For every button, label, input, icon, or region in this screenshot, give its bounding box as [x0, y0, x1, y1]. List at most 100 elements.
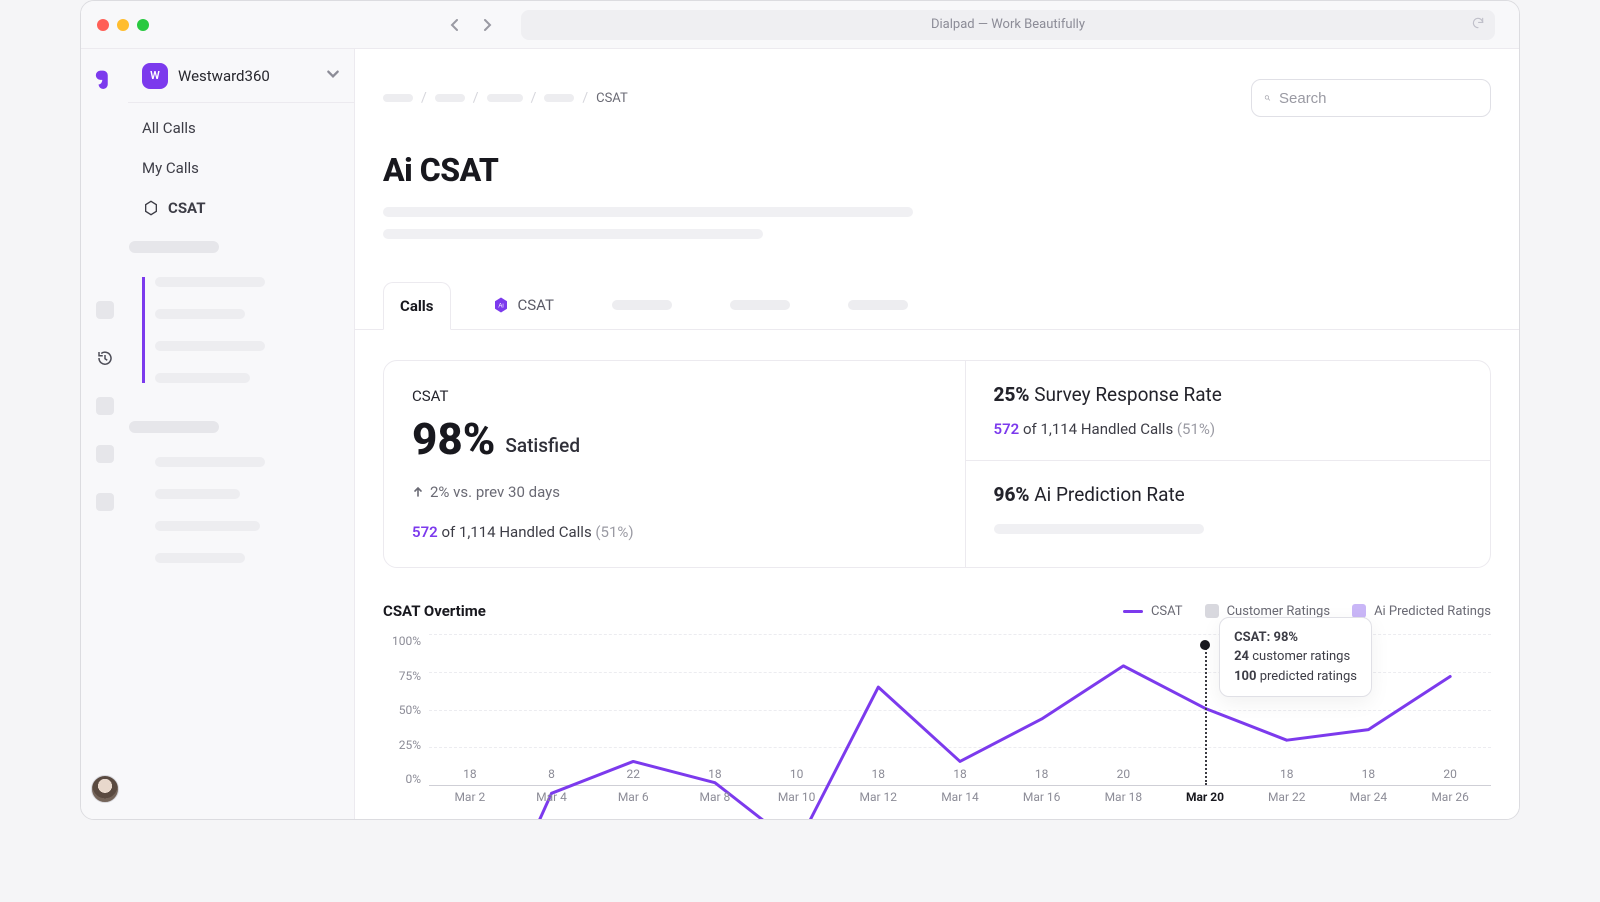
skeleton [129, 241, 219, 253]
metric-csat-value: 98% Satisfied [412, 413, 937, 465]
sidebar-skeleton-subgroup [142, 277, 340, 383]
app-window: Dialpad — Work Beautifully [80, 0, 1520, 820]
handled-count: 572 [994, 420, 1020, 438]
nav-rail [81, 49, 128, 819]
arrow-up-icon [412, 486, 424, 498]
skeleton [994, 524, 1204, 534]
tab-placeholder[interactable] [713, 285, 807, 325]
x-tick-label: Mar 2 [429, 790, 511, 814]
nav-forward-button[interactable] [473, 11, 501, 39]
metric-csat: CSAT 98% Satisfied 2% vs. prev 30 days 5… [384, 361, 965, 567]
chart-marker-line [1205, 645, 1207, 785]
x-tick-label: Mar 16 [1001, 790, 1083, 814]
maximize-window-button[interactable] [137, 19, 149, 31]
metric-prediction-rate: 96% Ai Prediction Rate [966, 460, 1491, 556]
skeleton [155, 489, 240, 499]
chevron-down-icon [326, 67, 340, 85]
sidebar-item-csat-label: CSAT [168, 199, 206, 217]
handled-pct: (51%) [1177, 420, 1215, 438]
tooltip-csat-label: CSAT: [1234, 630, 1270, 645]
rail-item-placeholder[interactable] [96, 397, 114, 415]
metric-right-column: 25% Survey Response Rate 572 of 1,114 Ha… [965, 361, 1491, 567]
app-logo[interactable] [94, 67, 116, 89]
sidebar-nav: All Calls My Calls CSAT [128, 103, 354, 233]
chevron-left-icon [449, 19, 461, 31]
metric-csat-delta: 2% vs. prev 30 days [412, 483, 937, 501]
nav-back-button[interactable] [441, 11, 469, 39]
nav-history-controls [441, 11, 501, 39]
skeleton [848, 300, 908, 310]
rail-item-history[interactable] [96, 349, 114, 367]
tab-csat[interactable]: Ai CSAT [475, 281, 571, 329]
legend-label: CSAT [1151, 604, 1183, 619]
svg-text:Ai: Ai [498, 303, 503, 309]
handled-pct: (51%) [595, 523, 633, 541]
metric-csat-suffix: Satisfied [505, 434, 580, 457]
y-tick-label: 25% [383, 738, 421, 752]
x-tick-label: Mar 14 [919, 790, 1001, 814]
reload-icon [1471, 16, 1485, 30]
app-body: W Westward360 All Calls My Calls CSAT [81, 49, 1519, 819]
x-tick-label: Mar 10 [756, 790, 838, 814]
titlebar: Dialpad — Work Beautifully [81, 1, 1519, 49]
minimize-window-button[interactable] [117, 19, 129, 31]
handled-count: 572 [412, 523, 438, 541]
skeleton [155, 521, 260, 531]
avatar[interactable] [91, 775, 119, 803]
legend-label: Ai Predicted Ratings [1374, 604, 1491, 619]
tab-placeholder[interactable] [831, 285, 925, 325]
close-window-button[interactable] [97, 19, 109, 31]
skeleton [155, 373, 250, 383]
x-tick-label: Mar 18 [1083, 790, 1165, 814]
survey-label: Survey Response Rate [1034, 383, 1222, 406]
sidebar-skeleton-subgroup [142, 457, 340, 563]
org-switcher[interactable]: W Westward360 [128, 49, 354, 103]
rail-item-placeholder[interactable] [96, 301, 114, 319]
tooltip-pred-label: predicted ratings [1260, 669, 1357, 684]
legend-item-predicted: Ai Predicted Ratings [1352, 604, 1491, 619]
tooltip-pred-count: 100 [1234, 669, 1256, 684]
metrics-panel: CSAT 98% Satisfied 2% vs. prev 30 days 5… [383, 360, 1491, 568]
sidebar-item-my-calls[interactable]: My Calls [142, 159, 340, 177]
x-tick-label: Mar 26 [1409, 790, 1491, 814]
sidebar-item-all-calls[interactable]: All Calls [142, 119, 340, 137]
metric-handled-calls: 572 of 1,114 Handled Calls (51%) [412, 523, 937, 541]
y-tick-label: 50% [383, 703, 421, 717]
org-name: Westward360 [178, 67, 316, 85]
sidebar-item-csat[interactable]: CSAT [142, 199, 340, 217]
prediction-pct: 96% [994, 483, 1030, 506]
tab-csat-label: CSAT [518, 296, 554, 314]
skeleton [155, 553, 245, 563]
window-controls [97, 19, 149, 31]
skeleton [612, 300, 672, 310]
search-input[interactable] [1279, 90, 1478, 107]
y-tick-label: 0% [383, 772, 421, 786]
metric-csat-label: CSAT [412, 387, 937, 405]
x-tick-label: Mar 8 [674, 790, 756, 814]
skeleton [155, 457, 265, 467]
chart: 100%75%50%25%0% 18822181018181820181820 … [383, 634, 1491, 814]
address-bar[interactable]: Dialpad — Work Beautifully [521, 10, 1495, 40]
search-icon [1264, 90, 1271, 106]
tab-placeholder[interactable] [595, 285, 689, 325]
skeleton [383, 207, 913, 217]
csat-hex-icon [142, 199, 160, 217]
rail-item-placeholder[interactable] [96, 445, 114, 463]
handled-text: of 1,114 Handled Calls [1023, 420, 1173, 438]
sidebar-skeleton-group [128, 233, 354, 563]
rail-item-placeholder[interactable] [96, 493, 114, 511]
chart-x-axis: Mar 2Mar 4Mar 6Mar 8Mar 10Mar 12Mar 14Ma… [429, 790, 1491, 814]
y-tick-label: 75% [383, 669, 421, 683]
skeleton [155, 277, 265, 287]
rail-nav-group [96, 301, 114, 511]
tab-calls-label: Calls [400, 297, 434, 315]
tab-calls[interactable]: Calls [383, 282, 451, 330]
chart-plot-area: 18822181018181820181820 CSAT: 98% 24 cus… [429, 634, 1491, 786]
metric-csat-number: 98% [412, 413, 495, 465]
search-input-wrapper[interactable] [1251, 79, 1491, 117]
chart-title: CSAT Overtime [383, 602, 486, 620]
x-tick-label: Mar 20 [1164, 790, 1246, 814]
reload-button[interactable] [1471, 16, 1485, 34]
skeleton [487, 94, 523, 102]
x-tick-label: Mar 24 [1328, 790, 1410, 814]
